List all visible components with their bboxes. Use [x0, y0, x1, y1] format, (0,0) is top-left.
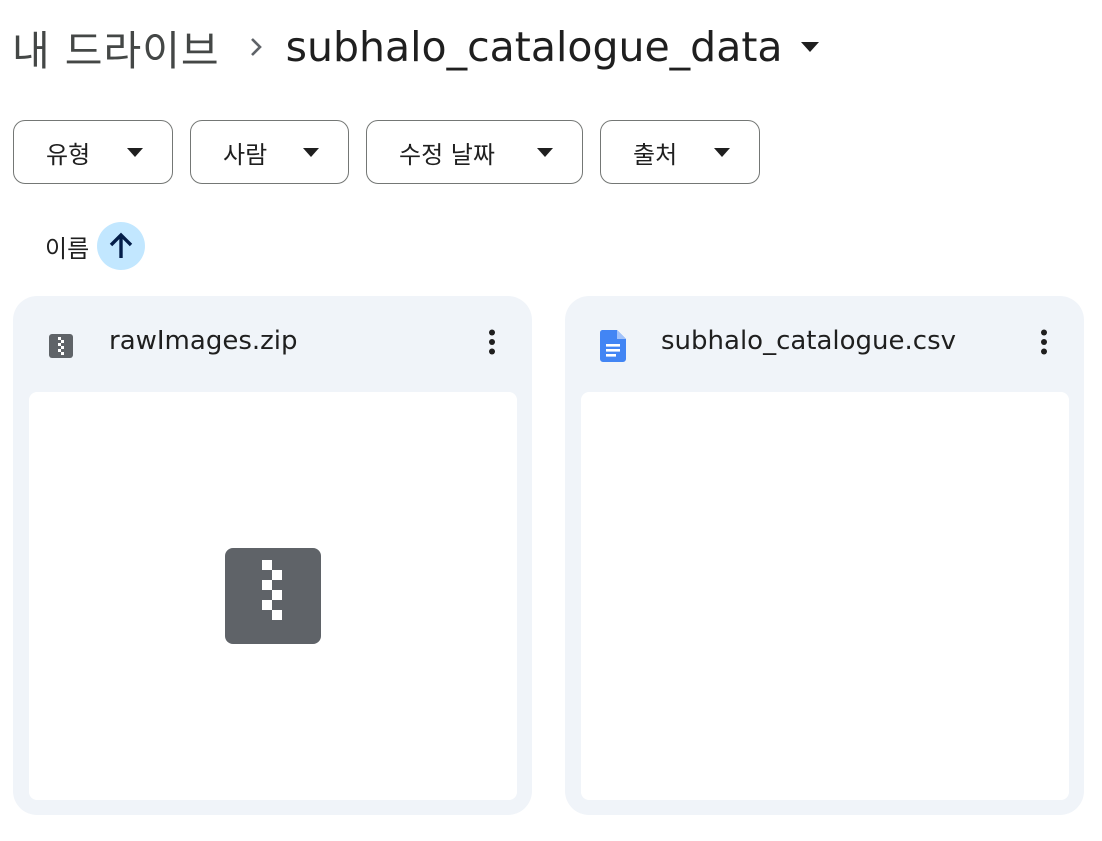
- current-folder-button[interactable]: subhalo_catalogue_data: [286, 23, 823, 71]
- arrow-drop-down-icon: [711, 141, 733, 163]
- filter-source-chip[interactable]: 출처: [600, 120, 760, 184]
- breadcrumb-my-drive[interactable]: 내 드라이브: [12, 17, 226, 77]
- google-docs-icon: [599, 330, 627, 362]
- filter-modified-label: 수정 날짜: [399, 140, 495, 169]
- arrow-drop-down-icon: [300, 141, 322, 163]
- sort-direction-button[interactable]: [97, 222, 146, 270]
- chevron-right-icon: [226, 14, 286, 80]
- arrow-drop-down-icon: [797, 34, 823, 60]
- file-card-header: subhalo_catalogue.csv: [565, 296, 1084, 392]
- drive-folder-view: 내 드라이브 subhalo_catalogue_data 유형 사람 수정 날…: [0, 0, 1102, 841]
- zip-file-icon: [47, 332, 75, 360]
- more-vert-icon[interactable]: [474, 324, 510, 360]
- zip-file-icon: [225, 548, 321, 644]
- filter-people-label: 사람: [223, 140, 268, 169]
- filter-modified-chip[interactable]: 수정 날짜: [366, 120, 583, 184]
- file-name: rawImages.zip: [109, 326, 298, 356]
- breadcrumb: 내 드라이브 subhalo_catalogue_data: [12, 14, 823, 80]
- filter-people-chip[interactable]: 사람: [190, 120, 349, 184]
- filter-source-label: 출처: [633, 140, 678, 169]
- file-card-rawimages[interactable]: rawImages.zip: [13, 296, 532, 815]
- file-thumbnail: [581, 392, 1069, 800]
- file-thumbnail: [29, 392, 517, 800]
- arrow-drop-down-icon: [534, 141, 556, 163]
- sort-header: 이름: [45, 222, 146, 270]
- file-name: subhalo_catalogue.csv: [661, 326, 957, 356]
- filter-type-label: 유형: [46, 140, 91, 169]
- arrow-drop-down-icon: [124, 141, 146, 163]
- sort-by-name-label[interactable]: 이름: [45, 229, 89, 264]
- more-vert-icon[interactable]: [1026, 324, 1062, 360]
- filter-bar: 유형 사람 수정 날짜 출처: [13, 120, 777, 184]
- arrow-upward-icon: [109, 232, 133, 258]
- file-card-subhalo-catalogue[interactable]: subhalo_catalogue.csv: [565, 296, 1084, 815]
- filter-type-chip[interactable]: 유형: [13, 120, 173, 184]
- current-folder-name: subhalo_catalogue_data: [285, 23, 783, 71]
- file-card-header: rawImages.zip: [13, 296, 532, 392]
